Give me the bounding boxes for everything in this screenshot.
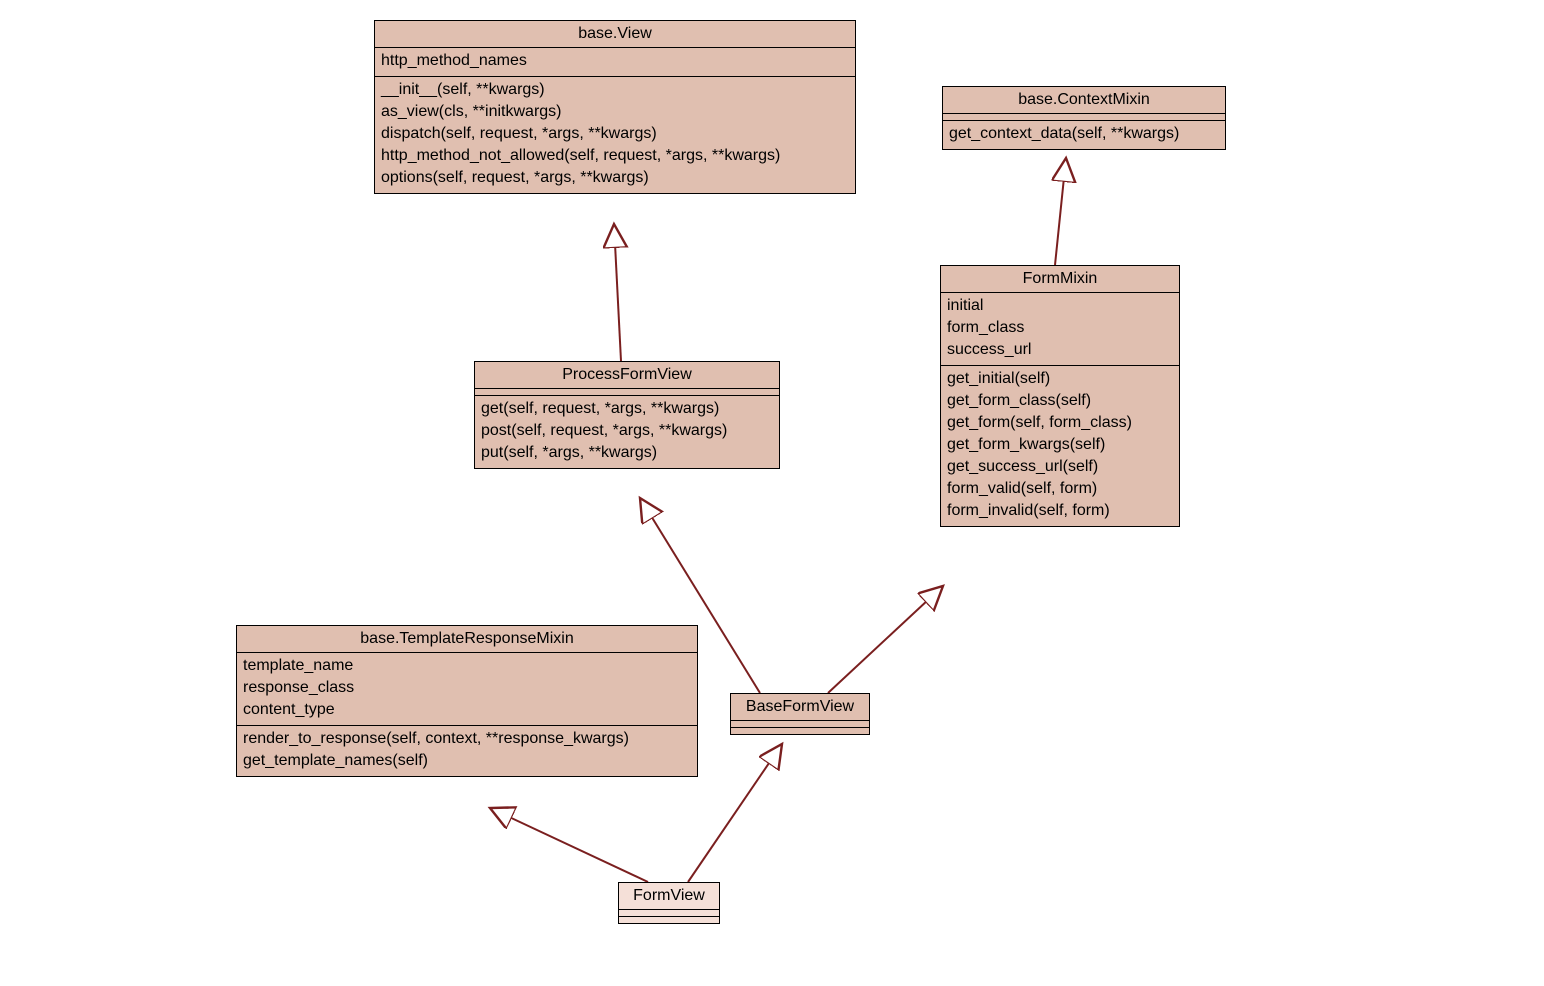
class-methods-empty [731, 728, 869, 734]
method: get_form_kwargs(self) [947, 434, 1173, 456]
class-title: FormMixin [941, 266, 1179, 293]
class-methods: get_context_data(self, **kwargs) [943, 121, 1225, 149]
class-title: ProcessFormView [475, 362, 779, 389]
class-methods-empty [619, 917, 719, 923]
attribute: success_url [947, 339, 1173, 361]
class-attributes: initial form_class success_url [941, 293, 1179, 366]
class-title: FormView [619, 883, 719, 910]
edge-formview-to-baseformview [688, 744, 782, 882]
edge-formmixin-to-contextmixin [1055, 158, 1066, 265]
class-baseformview: BaseFormView [730, 693, 870, 735]
class-methods: render_to_response(self, context, **resp… [237, 726, 697, 776]
attribute: initial [947, 295, 1173, 317]
edge-formview-to-templateresponsemixin [490, 808, 648, 882]
class-attributes-empty [619, 910, 719, 917]
class-base-contextmixin: base.ContextMixin get_context_data(self,… [942, 86, 1226, 150]
class-attributes: template_name response_class content_typ… [237, 653, 697, 726]
attribute: form_class [947, 317, 1173, 339]
class-attributes-empty [475, 389, 779, 396]
class-base-templateresponsemixin: base.TemplateResponseMixin template_name… [236, 625, 698, 777]
method: get_success_url(self) [947, 456, 1173, 478]
class-title: base.ContextMixin [943, 87, 1225, 114]
class-attributes: http_method_names [375, 48, 855, 77]
method: render_to_response(self, context, **resp… [243, 728, 691, 750]
class-title: base.TemplateResponseMixin [237, 626, 697, 653]
method: form_valid(self, form) [947, 478, 1173, 500]
method: http_method_not_allowed(self, request, *… [381, 145, 849, 167]
class-methods: get(self, request, *args, **kwargs) post… [475, 396, 779, 468]
class-attributes-empty [943, 114, 1225, 121]
method: get_initial(self) [947, 368, 1173, 390]
edge-processformview-to-baseview [614, 224, 621, 361]
method: __init__(self, **kwargs) [381, 79, 849, 101]
attribute: http_method_names [381, 50, 849, 72]
method: form_invalid(self, form) [947, 500, 1173, 522]
method: dispatch(self, request, *args, **kwargs) [381, 123, 849, 145]
method: get_template_names(self) [243, 750, 691, 772]
class-processformview: ProcessFormView get(self, request, *args… [474, 361, 780, 469]
method: get_form(self, form_class) [947, 412, 1173, 434]
method: get(self, request, *args, **kwargs) [481, 398, 773, 420]
method: options(self, request, *args, **kwargs) [381, 167, 849, 189]
method: get_form_class(self) [947, 390, 1173, 412]
method: post(self, request, *args, **kwargs) [481, 420, 773, 442]
method: as_view(cls, **initkwargs) [381, 101, 849, 123]
class-formview: FormView [618, 882, 720, 924]
class-attributes-empty [731, 721, 869, 728]
method: get_context_data(self, **kwargs) [949, 123, 1219, 145]
attribute: template_name [243, 655, 691, 677]
class-formmixin: FormMixin initial form_class success_url… [940, 265, 1180, 527]
class-title: BaseFormView [731, 694, 869, 721]
edge-baseformview-to-formmixin [828, 586, 943, 693]
class-methods: get_initial(self) get_form_class(self) g… [941, 366, 1179, 526]
class-base-view: base.View http_method_names __init__(sel… [374, 20, 856, 194]
class-methods: __init__(self, **kwargs) as_view(cls, **… [375, 77, 855, 193]
class-title: base.View [375, 21, 855, 48]
method: put(self, *args, **kwargs) [481, 442, 773, 464]
attribute: response_class [243, 677, 691, 699]
attribute: content_type [243, 699, 691, 721]
